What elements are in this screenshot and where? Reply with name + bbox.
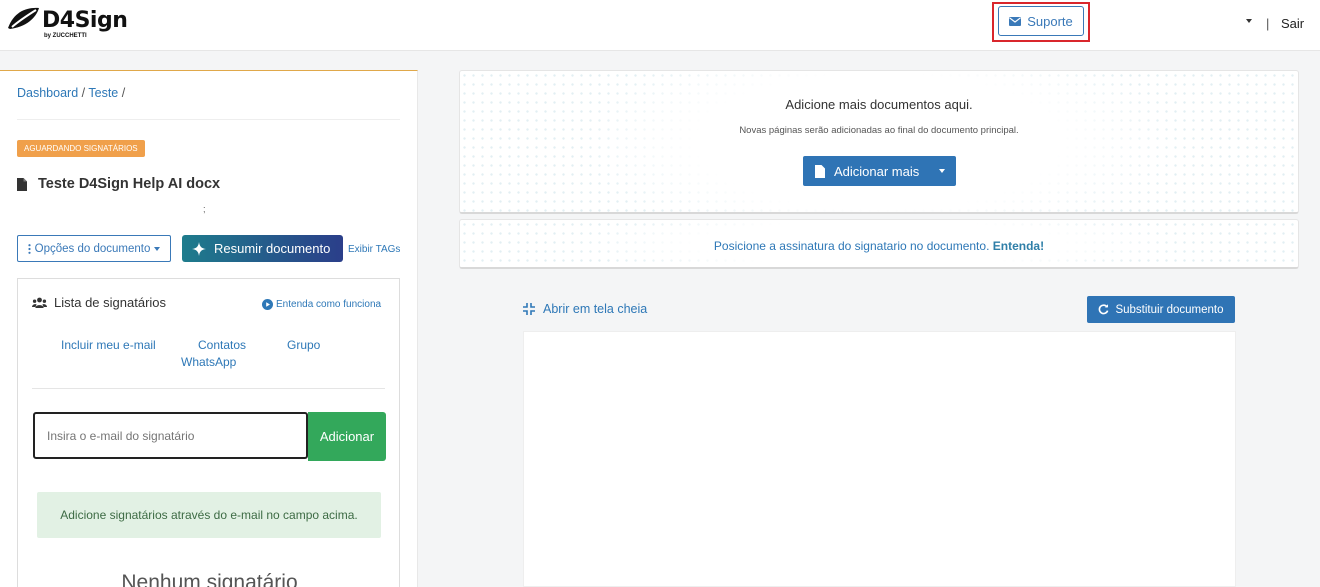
breadcrumb-separator: / (121, 86, 126, 100)
how-it-works-label: Entenda como funciona (276, 299, 382, 310)
play-circle-icon (262, 299, 273, 310)
d4sign-logo[interactable]: D4Sign by ZUCCHETTI (6, 6, 128, 42)
top-navbar: D4Sign by ZUCCHETTI Suporte | Sair (0, 0, 1320, 51)
nav-separator: | (1266, 16, 1270, 31)
replace-document-label: Substituir documento (1115, 303, 1224, 316)
add-more-label: Adicionar mais (834, 163, 920, 179)
file-icon (815, 164, 825, 178)
document-title-text: Teste D4Sign Help AI docx (38, 176, 221, 192)
add-signer-button[interactable]: Adicionar (308, 412, 386, 461)
add-documents-card: Adicione mais documentos aqui. Novas pág… (459, 70, 1299, 214)
document-options-label: Opções do documento (34, 242, 151, 255)
signer-email-input[interactable] (33, 412, 308, 459)
position-signature-message: Posicione a assinatura do signatario no … (713, 239, 990, 253)
add-more-button[interactable]: Adicionar mais (803, 156, 956, 186)
signers-panel: Lista de signatários Entenda como funcio… (17, 278, 400, 587)
stray-character: ; (203, 204, 206, 214)
logo-subtitle: by ZUCCHETTI (44, 33, 87, 39)
add-documents-title: Adicione mais documentos aqui. (785, 97, 973, 112)
position-signature-text: Posicione a assinatura do signatario no … (460, 239, 1298, 253)
summarize-document-button[interactable]: Resumir documento (182, 235, 343, 262)
signers-panel-header: Lista de signatários (32, 295, 166, 310)
no-signers-title: Nenhum signatário (121, 571, 298, 587)
compress-icon (523, 303, 535, 315)
document-sidebar: Dashboard / Teste / AGUARDANDO SIGNATÁRI… (0, 70, 418, 587)
signers-hint-alert: Adicione signatários através do e-mail n… (37, 492, 381, 538)
tab-contacts[interactable]: Contatos (198, 338, 246, 352)
support-label: Suporte (1027, 13, 1073, 29)
add-documents-subtitle: Novas páginas serão adicionadas ao final… (739, 125, 1019, 136)
document-options-button[interactable]: Opções do documento (17, 235, 171, 262)
user-menu-caret-icon[interactable] (1246, 19, 1252, 23)
tab-include-my-email[interactable]: Incluir meu e-mail (61, 338, 156, 352)
status-badge: AGUARDANDO SIGNATÁRIOS (17, 140, 145, 157)
caret-down-icon (154, 246, 161, 251)
breadcrumb-separator: / (81, 86, 86, 100)
document-title: Teste D4Sign Help AI docx (17, 176, 220, 192)
dot-pattern-fade (460, 71, 1298, 212)
signers-title: Lista de signatários (54, 295, 167, 310)
users-icon (32, 297, 47, 308)
document-viewer[interactable] (523, 331, 1236, 587)
vertical-dots-icon (28, 243, 31, 254)
position-signature-card: Posicione a assinatura do signatario no … (459, 219, 1299, 269)
tab-whatsapp[interactable]: WhatsApp (181, 355, 236, 369)
tab-group[interactable]: Grupo (287, 338, 320, 352)
summarize-document-label: Resumir documento (214, 241, 331, 256)
fullscreen-label: Abrir em tela cheia (543, 302, 648, 316)
breadcrumb-teste[interactable]: Teste (88, 86, 118, 100)
divider (32, 388, 385, 389)
caret-down-icon (939, 169, 945, 173)
support-button[interactable]: Suporte (998, 6, 1084, 36)
breadcrumb: Dashboard / Teste / (17, 86, 125, 100)
refresh-icon (1099, 304, 1109, 315)
breadcrumb-dashboard[interactable]: Dashboard (17, 86, 78, 100)
logo-text: D4Sign (42, 8, 128, 33)
divider (17, 119, 400, 120)
leaf-logo-icon (8, 7, 39, 29)
position-signature-link[interactable]: Entenda! (993, 239, 1044, 253)
sparkle-icon (192, 241, 206, 256)
envelope-icon (1009, 16, 1022, 26)
show-tags-link[interactable]: Exibir TAGs (348, 244, 400, 255)
fullscreen-link[interactable]: Abrir em tela cheia (523, 302, 647, 316)
logout-link[interactable]: Sair (1281, 16, 1304, 31)
file-icon (17, 177, 27, 191)
replace-document-button[interactable]: Substituir documento (1087, 296, 1235, 323)
how-it-works-link[interactable]: Entenda como funciona (262, 299, 381, 310)
